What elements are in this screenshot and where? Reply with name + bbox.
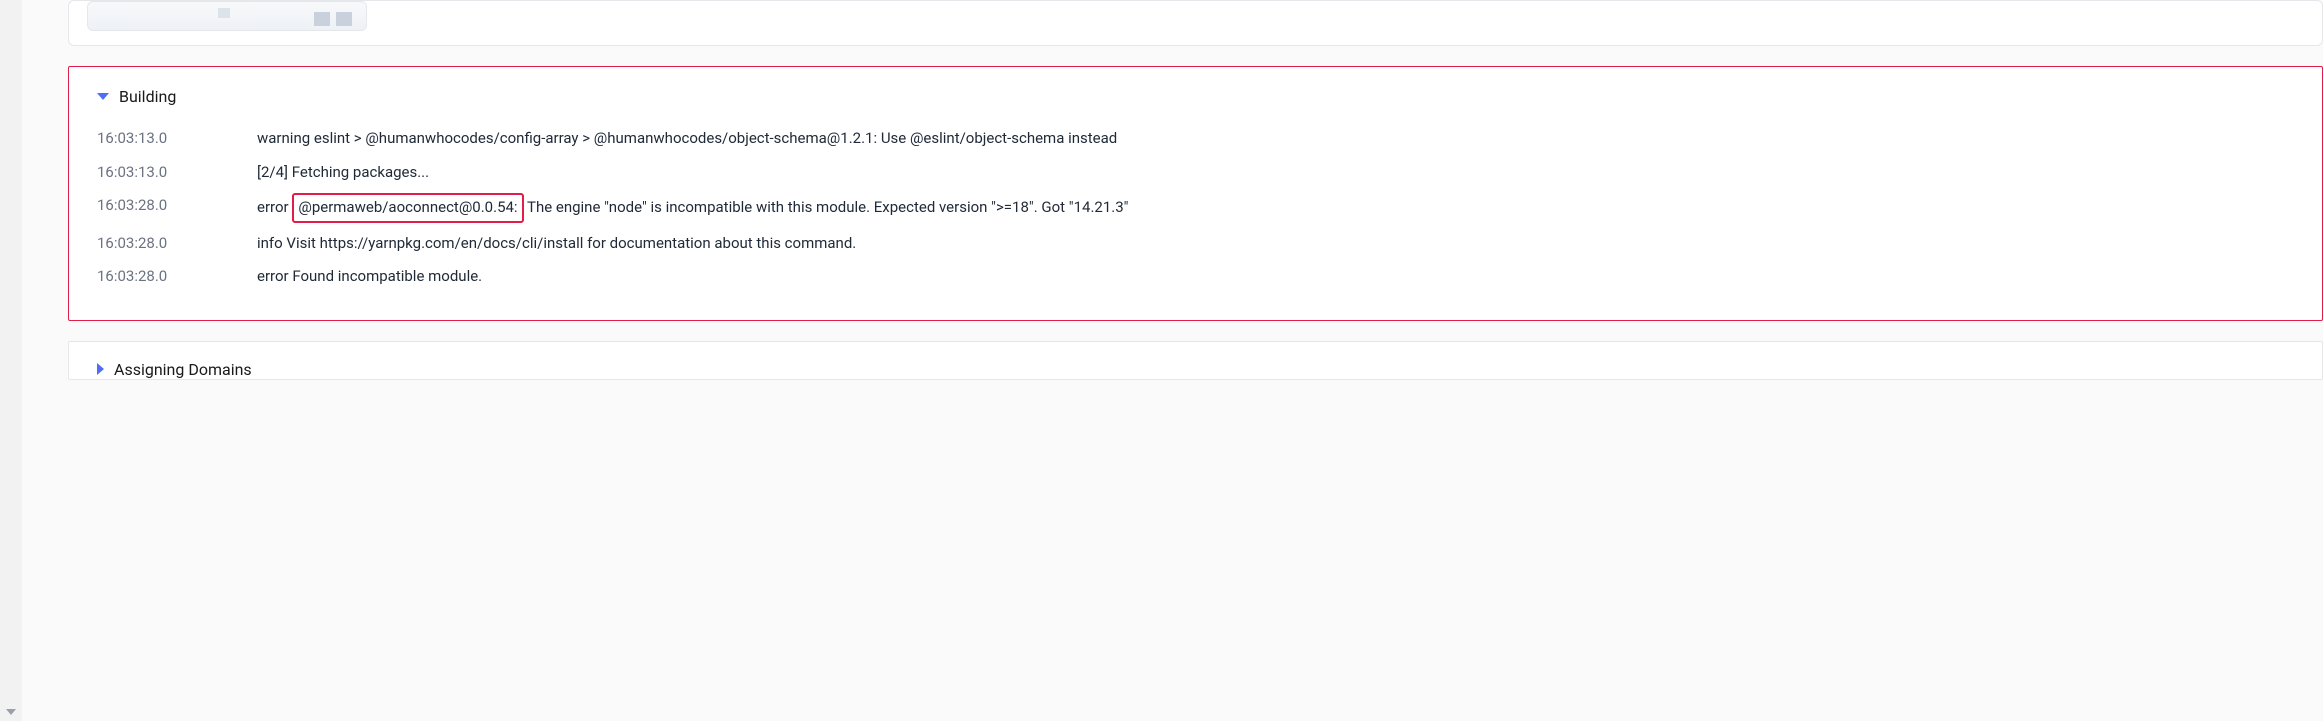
log-msg-pre: error — [257, 198, 292, 216]
log-message: error Found incompatible module. — [257, 264, 482, 290]
assigning-domains-header[interactable]: Assigning Domains — [97, 360, 2294, 379]
building-section-header[interactable]: Building — [97, 87, 2298, 106]
log-timestamp: 16:03:28.0 — [97, 231, 197, 257]
log-message: error @permaweb/aoconnect@0.0.54: The en… — [257, 193, 1128, 223]
log-line: 16:03:13.0 [2/4] Fetching packages... — [97, 156, 2298, 190]
assigning-domains-title: Assigning Domains — [114, 360, 252, 379]
log-message: warning eslint > @humanwhocodes/config-a… — [257, 126, 1117, 152]
log-msg-post: The engine "node" is incompatible with t… — [524, 198, 1129, 216]
preview-card — [68, 0, 2323, 46]
deployment-thumbnail — [87, 1, 367, 31]
chevron-down-icon[interactable] — [6, 709, 16, 715]
building-section-title: Building — [119, 87, 176, 106]
log-line: 16:03:13.0 warning eslint > @humanwhocod… — [97, 122, 2298, 156]
log-message: [2/4] Fetching packages... — [257, 160, 429, 186]
caret-right-icon — [97, 363, 104, 375]
building-section: Building 16:03:13.0 warning eslint > @hu… — [68, 66, 2323, 321]
error-package-highlight: @permaweb/aoconnect@0.0.54: — [292, 193, 523, 223]
log-message: info Visit https://yarnpkg.com/en/docs/c… — [257, 231, 856, 257]
log-line: 16:03:28.0 error @permaweb/aoconnect@0.0… — [97, 189, 2298, 227]
log-timestamp: 16:03:13.0 — [97, 160, 197, 186]
left-gutter — [0, 0, 22, 721]
log-line: 16:03:28.0 error Found incompatible modu… — [97, 260, 2298, 294]
page-container: Building 16:03:13.0 warning eslint > @hu… — [30, 0, 2323, 380]
assigning-domains-section: Assigning Domains — [68, 341, 2323, 380]
log-timestamp: 16:03:13.0 — [97, 126, 197, 152]
log-timestamp: 16:03:28.0 — [97, 264, 197, 290]
log-timestamp: 16:03:28.0 — [97, 193, 197, 223]
caret-down-icon — [97, 93, 109, 100]
log-line: 16:03:28.0 info Visit https://yarnpkg.co… — [97, 227, 2298, 261]
